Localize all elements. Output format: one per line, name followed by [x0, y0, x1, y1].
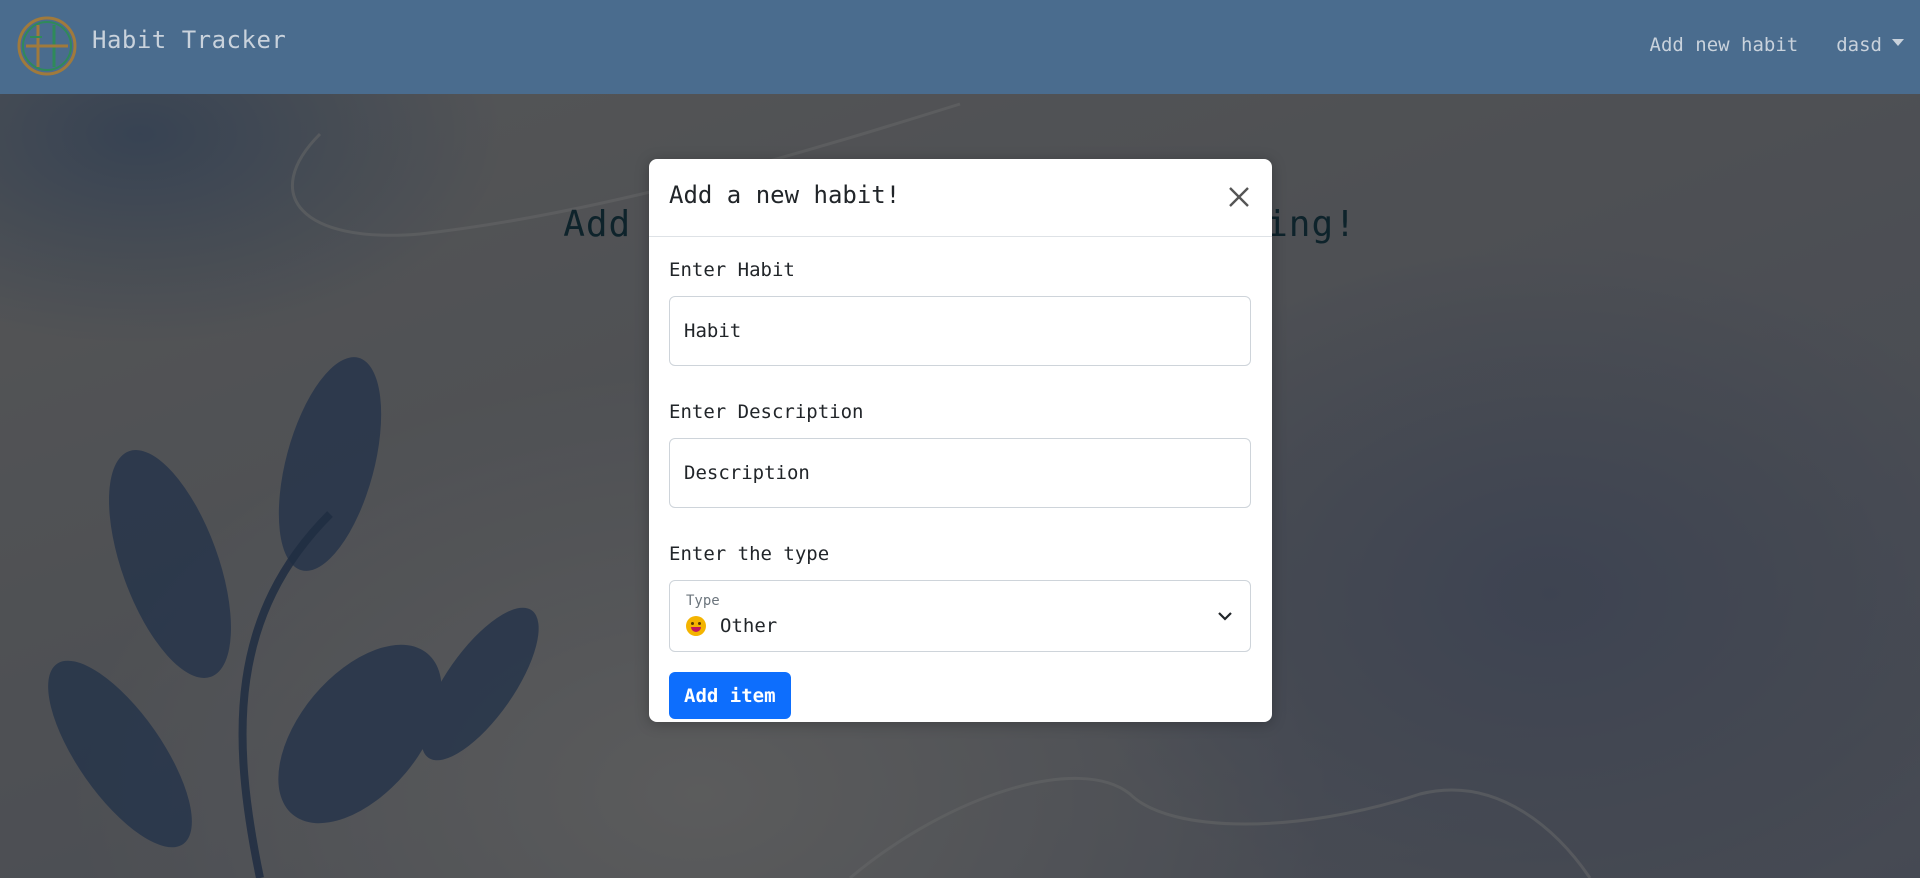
type-select[interactable]: Type Other: [669, 580, 1251, 652]
description-label: Enter Description: [669, 401, 864, 423]
user-dropdown[interactable]: dasd: [1836, 34, 1904, 56]
add-new-habit-link[interactable]: Add new habit: [1650, 34, 1799, 56]
brand-name: Habit Tracker: [92, 26, 287, 54]
type-selected-text: Other: [720, 615, 778, 637]
modal-header: Add a new habit!: [649, 159, 1272, 237]
add-habit-modal: Add a new habit! Enter Habit Enter Descr…: [649, 159, 1272, 722]
type-label: Enter the type: [669, 543, 830, 565]
modal-title: Add a new habit!: [669, 181, 901, 209]
user-name: dasd: [1836, 34, 1882, 56]
chevron-down-icon: [1218, 612, 1232, 621]
modal-body: Enter Habit Enter Description Enter the …: [649, 237, 1272, 719]
description-input[interactable]: [669, 438, 1251, 508]
habit-label: Enter Habit: [669, 259, 795, 281]
type-selected-value: Other: [686, 615, 777, 637]
add-item-button[interactable]: Add item: [669, 672, 791, 719]
grinning-face-emoji-icon: [686, 616, 706, 636]
navbar: Habit Tracker Add new habit dasd: [0, 0, 1920, 94]
type-select-label: Type: [686, 593, 720, 609]
brand[interactable]: Habit Tracker: [16, 15, 286, 77]
close-icon[interactable]: [1224, 182, 1254, 212]
nav-right: Add new habit dasd: [1650, 34, 1904, 56]
caret-down-icon: [1892, 38, 1904, 46]
habit-logo-icon: [17, 16, 77, 76]
habit-input[interactable]: [669, 296, 1251, 366]
